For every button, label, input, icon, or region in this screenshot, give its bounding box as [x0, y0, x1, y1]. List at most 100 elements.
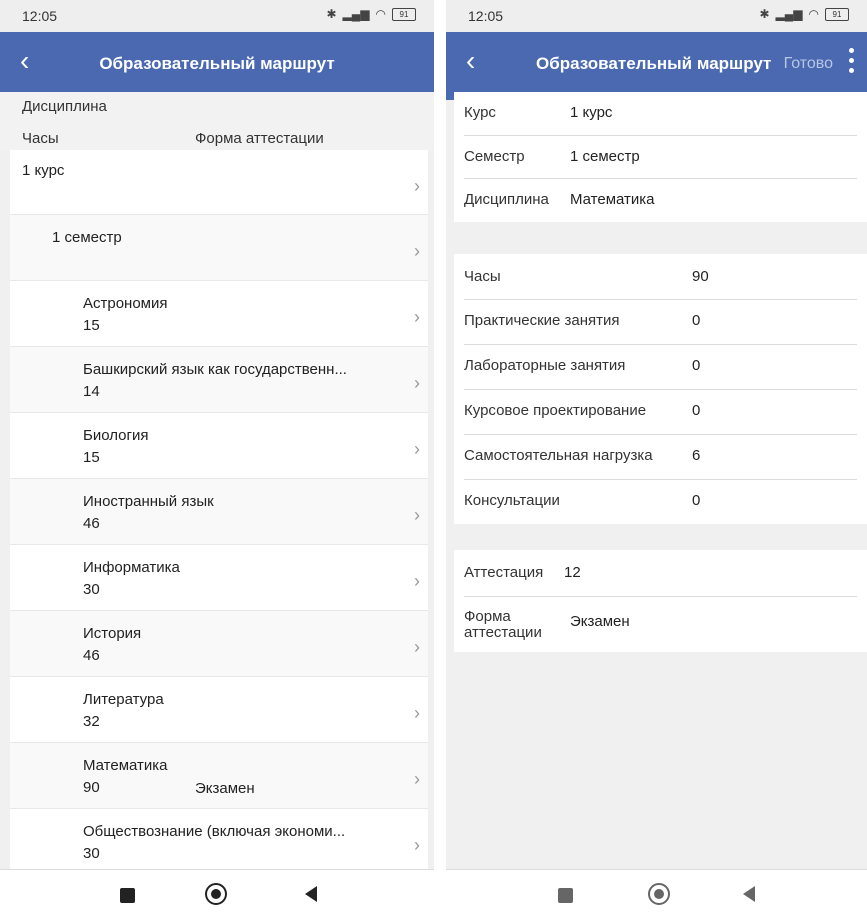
signal-icon: ▂▄▆ — [775, 7, 803, 21]
field-label: Аттестация — [464, 564, 544, 581]
home-button[interactable] — [205, 883, 227, 905]
system-nav-bar — [0, 869, 434, 920]
consultations-field: Консультации 0 — [464, 480, 857, 524]
field-label: Курс — [464, 104, 496, 121]
chevron-right-icon: › — [414, 241, 420, 261]
general-section: Курс 1 курс Семестр 1 семестр Дисциплина… — [454, 92, 867, 222]
field-value: 0 — [692, 312, 701, 329]
hours-field: Часы 90 — [464, 254, 857, 300]
system-back-button[interactable] — [305, 886, 317, 902]
chevron-right-icon: › — [414, 703, 420, 723]
page-title: Образовательный маршрут — [536, 54, 772, 73]
more-vertical-icon[interactable] — [849, 48, 855, 78]
subject-name: История — [83, 625, 142, 642]
field-label: Самостоятельная нагрузка — [464, 447, 653, 464]
home-button[interactable] — [648, 883, 670, 905]
field-label: Семестр — [464, 148, 525, 165]
status-time: 12:05 — [468, 8, 504, 24]
subject-row[interactable]: Информатика 30 › — [10, 545, 428, 611]
back-button[interactable]: ‹ — [466, 46, 475, 76]
subject-hours: 90 — [83, 779, 100, 796]
attestation-field: Аттестация 12 — [464, 550, 857, 597]
signal-icon: ▂▄▆ — [342, 7, 370, 21]
subject-row[interactable]: Астрономия 15 › — [10, 281, 428, 347]
field-value: Экзамен — [570, 613, 630, 630]
field-label: Практические занятия — [464, 312, 620, 329]
wifi-icon: ◠ — [808, 7, 819, 21]
chevron-left-icon: ‹ — [466, 45, 476, 76]
course-row[interactable]: 1 курс › — [10, 150, 428, 215]
field-value: 0 — [692, 357, 701, 374]
chevron-right-icon: › — [414, 769, 420, 789]
form-field: Форма аттестации Экзамен — [464, 597, 857, 652]
chevron-right-icon: › — [414, 571, 420, 591]
lab-field: Лабораторные занятия 0 — [464, 345, 857, 390]
subject-form: Экзамен — [195, 780, 255, 797]
chevron-right-icon: › — [414, 373, 420, 393]
page-title: Образовательный маршрут — [99, 54, 335, 73]
field-label: Дисциплина — [464, 191, 549, 208]
semester-row[interactable]: 1 семестр › — [10, 215, 428, 281]
subject-hours: 30 — [83, 845, 100, 862]
phone-left: 12:05 ✱ ▂▄▆ ◠ 91 ‹ Образовательный маршр… — [0, 0, 434, 920]
semester-field: Семестр 1 семестр — [464, 136, 857, 179]
subject-row[interactable]: История 46 › — [10, 611, 428, 677]
header-hours: Часы — [22, 130, 59, 147]
field-value: 0 — [692, 492, 701, 509]
status-icons: ✱ ▂▄▆ ◠ 91 — [759, 7, 849, 21]
chevron-right-icon: › — [414, 176, 420, 196]
system-nav-bar — [446, 869, 867, 920]
recents-button[interactable] — [120, 888, 135, 903]
status-time: 12:05 — [22, 8, 58, 24]
attestation-section: Аттестация 12 Форма аттестации Экзамен — [454, 550, 867, 652]
hours-section: Часы 90 Практические занятия 0 Лаборатор… — [454, 254, 867, 524]
field-label: Консультации — [464, 492, 560, 509]
subject-row[interactable]: Обществознание (включая экономи... 30 › — [10, 809, 428, 871]
battery-icon: 91 — [392, 7, 416, 21]
subject-row[interactable]: Биология 15 › — [10, 413, 428, 479]
course-field: Курс 1 курс — [464, 92, 857, 136]
subject-hours: 15 — [83, 449, 100, 466]
status-bar: 12:05 ✱ ▂▄▆ ◠ 91 — [0, 0, 434, 32]
bluetooth-icon: ✱ — [326, 7, 337, 21]
subject-name: Иностранный язык — [83, 493, 214, 510]
system-back-button[interactable] — [743, 886, 755, 902]
bluetooth-icon: ✱ — [759, 7, 770, 21]
field-label: Лабораторные занятия — [464, 357, 626, 374]
done-button[interactable]: Готово — [784, 55, 833, 73]
wifi-icon: ◠ — [375, 7, 386, 21]
subject-hours: 32 — [83, 713, 100, 730]
subject-row[interactable]: Математика 90 Экзамен › — [10, 743, 428, 809]
subject-row[interactable]: Литература 32 › — [10, 677, 428, 743]
chevron-right-icon: › — [414, 307, 420, 327]
field-value: 1 семестр — [570, 148, 640, 165]
status-icons: ✱ ▂▄▆ ◠ 91 — [326, 7, 416, 21]
chevron-right-icon: › — [414, 505, 420, 525]
subject-name: Математика — [83, 757, 168, 774]
field-value: 0 — [692, 402, 701, 419]
subject-row[interactable]: Иностранный язык 46 › — [10, 479, 428, 545]
field-label: Форма аттестации — [464, 608, 542, 641]
field-label: Курсовое проектирование — [464, 402, 647, 419]
navbar: ‹ Образовательный маршрут Готово — [446, 32, 867, 100]
field-value: 1 курс — [570, 104, 613, 121]
header-form: Форма аттестации — [195, 130, 324, 147]
phone-right: 12:05 ✱ ▂▄▆ ◠ 91 ‹ Образовательный маршр… — [446, 0, 867, 920]
practical-field: Практические занятия 0 — [464, 300, 857, 345]
subject-name: Башкирский язык как государственн... — [83, 361, 347, 378]
recents-button[interactable] — [558, 888, 573, 903]
status-bar: 12:05 ✱ ▂▄▆ ◠ 91 — [446, 0, 867, 32]
field-value: Математика — [570, 191, 655, 208]
chevron-right-icon: › — [414, 637, 420, 657]
header-discipline: Дисциплина — [22, 98, 107, 115]
subject-row[interactable]: Башкирский язык как государственн... 14 … — [10, 347, 428, 413]
subject-hours: 14 — [83, 383, 100, 400]
coursework-field: Курсовое проектирование 0 — [464, 390, 857, 435]
field-value: 90 — [692, 268, 709, 285]
field-label: Часы — [464, 268, 501, 285]
field-value: 6 — [692, 447, 701, 464]
navbar: ‹ Образовательный маршрут — [0, 32, 434, 100]
subject-hours: 46 — [83, 647, 100, 664]
subject-hours: 30 — [83, 581, 100, 598]
subject-name: Астрономия — [83, 295, 168, 312]
